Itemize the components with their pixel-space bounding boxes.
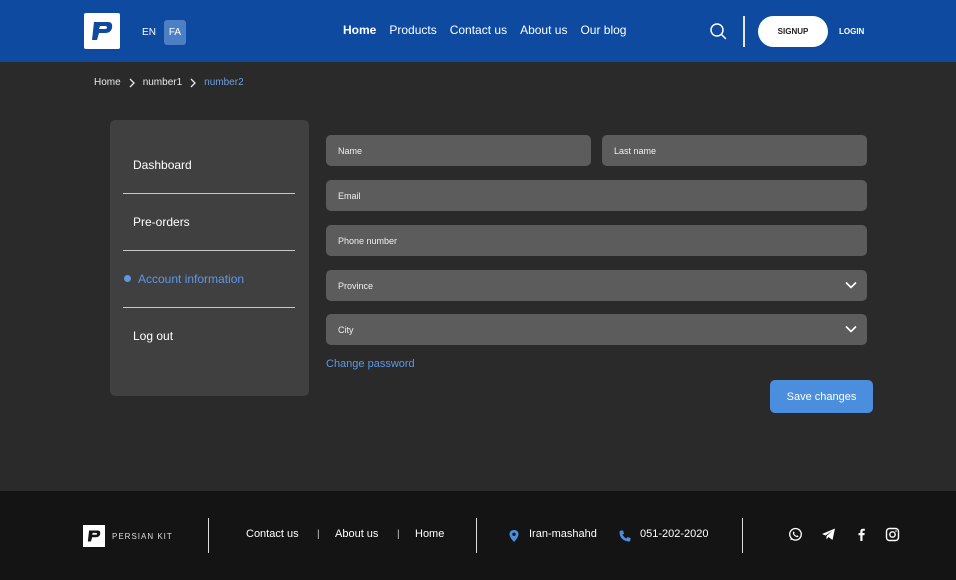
nav-about[interactable]: About us: [520, 23, 567, 37]
footer-divider: [476, 518, 477, 553]
breadcrumb: Home number1 number2: [94, 77, 244, 88]
sidebar-divider: [123, 307, 295, 308]
signup-button[interactable]: SIGNUP: [758, 16, 828, 47]
breadcrumb-home[interactable]: Home: [94, 77, 121, 88]
nav-contact[interactable]: Contact us: [450, 23, 507, 37]
phone-field[interactable]: Phone number: [326, 225, 867, 256]
sidebar-item-pre-orders[interactable]: Pre-orders: [133, 215, 190, 229]
sidebar-item-account-information[interactable]: Account information: [138, 272, 244, 286]
instagram-icon[interactable]: [885, 527, 900, 542]
footer-divider: [208, 518, 209, 553]
breadcrumb-current: number2: [204, 77, 244, 88]
name-field[interactable]: Name: [326, 135, 591, 166]
footer-divider: [742, 518, 743, 553]
sidebar-divider: [123, 193, 295, 194]
footer-brand: PERSIAN KIT: [112, 532, 173, 541]
change-password-link[interactable]: Change password: [326, 358, 415, 370]
chevron-right-icon: [190, 78, 197, 87]
email-field[interactable]: Email: [326, 180, 867, 211]
sidebar-item-dashboard[interactable]: Dashboard: [133, 158, 192, 172]
province-select[interactable]: Province: [326, 270, 867, 301]
lang-en-button[interactable]: EN: [138, 20, 160, 45]
header: EN FA Home Products Contact us About us …: [0, 0, 956, 62]
phone-placeholder: Phone number: [338, 235, 398, 246]
sidebar-divider: [123, 250, 295, 251]
save-changes-button[interactable]: Save changes: [770, 380, 873, 413]
header-divider: [743, 16, 745, 47]
sidebar-item-log-out[interactable]: Log out: [133, 329, 173, 343]
province-placeholder: Province: [338, 280, 374, 291]
city-placeholder: City: [338, 324, 354, 335]
last-name-placeholder: Last name: [614, 145, 657, 156]
nav-products[interactable]: Products: [389, 23, 436, 37]
name-placeholder: Name: [338, 145, 363, 156]
footer-link-separator: |: [317, 529, 320, 540]
last-name-field[interactable]: Last name: [602, 135, 867, 166]
phone-icon: [618, 529, 632, 543]
nav-blog[interactable]: Our blog: [580, 23, 626, 37]
logo-icon[interactable]: [84, 13, 120, 49]
footer-link-about[interactable]: About us: [335, 528, 378, 540]
nav-home[interactable]: Home: [343, 23, 376, 37]
chevron-down-icon: [845, 325, 857, 333]
footer: PERSIAN KIT Contact us | About us | Home…: [0, 491, 956, 580]
chevron-right-icon: [129, 78, 135, 87]
footer-link-home[interactable]: Home: [415, 528, 444, 540]
facebook-icon[interactable]: [854, 527, 868, 541]
main-nav: Home Products Contact us About us Our bl…: [343, 23, 626, 37]
lang-fa-button[interactable]: FA: [164, 20, 186, 45]
footer-link-contact[interactable]: Contact us: [246, 528, 299, 540]
footer-phone: 051-202-2020: [640, 528, 709, 540]
city-select[interactable]: City: [326, 314, 867, 345]
location-pin-icon: [507, 529, 521, 543]
account-sidebar: Dashboard Pre-orders Account information…: [110, 120, 309, 396]
login-link[interactable]: LOGIN: [839, 27, 864, 36]
active-indicator-dot: [124, 275, 131, 282]
search-icon[interactable]: [709, 22, 727, 40]
email-placeholder: Email: [338, 190, 361, 201]
whatsapp-icon[interactable]: [788, 527, 802, 541]
footer-logo-icon[interactable]: [83, 525, 105, 547]
chevron-down-icon: [845, 281, 857, 289]
footer-location: Iran-mashahd: [529, 528, 597, 540]
telegram-icon[interactable]: [821, 527, 835, 541]
breadcrumb-number1[interactable]: number1: [143, 77, 182, 88]
footer-link-separator: |: [397, 529, 400, 540]
